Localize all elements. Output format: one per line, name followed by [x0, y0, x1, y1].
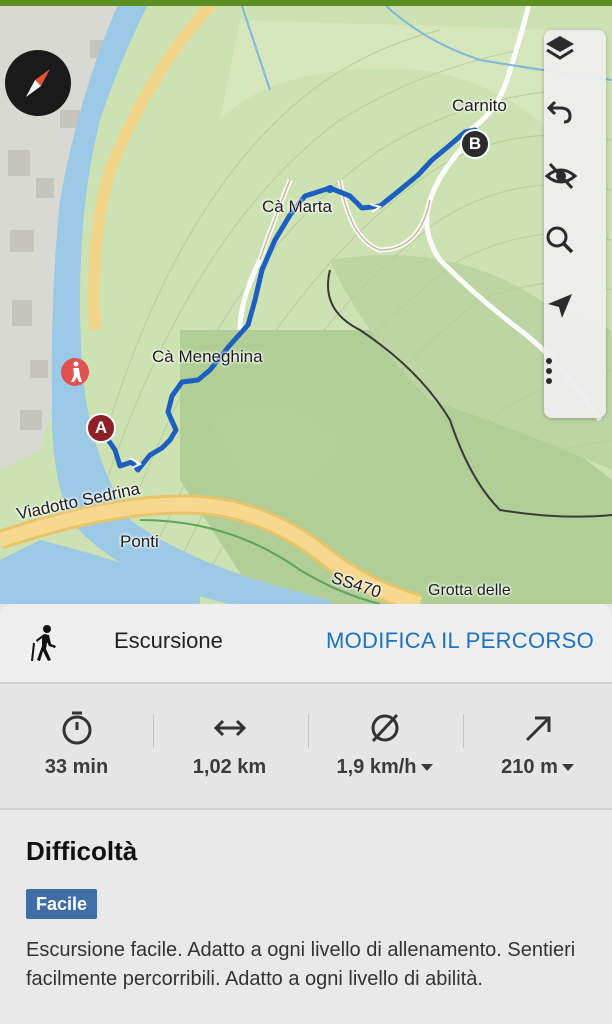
ascent-arrow-icon: [463, 710, 612, 746]
layers-icon[interactable]: [544, 32, 606, 92]
top-accent-bar: [0, 0, 612, 6]
place-label-carnito: Carnito: [452, 96, 507, 115]
more-vertical-icon[interactable]: [544, 356, 606, 416]
eye-off-icon[interactable]: [544, 160, 606, 220]
route-stats: 33 min 1,02 km 1,9 km/h 210 m: [0, 684, 612, 810]
activity-row[interactable]: Escursione MODIFICA IL PERCORSO: [0, 604, 612, 684]
speed-dropdown-icon[interactable]: [420, 764, 433, 772]
place-label-ca-meneghina: Cà Meneghina: [152, 347, 263, 366]
place-label-grotta: Grotta delle: [428, 582, 511, 599]
search-icon[interactable]: [544, 224, 606, 284]
undo-icon[interactable]: [544, 96, 606, 156]
difficulty-title: Difficoltà: [26, 836, 138, 866]
start-marker-label: A: [94, 418, 108, 437]
map-view[interactable]: Carnito Cà Marta Cà Meneghina Viadotto S…: [0, 0, 612, 604]
route-details-panel: Escursione MODIFICA IL PERCORSO 33 min 1…: [0, 604, 612, 1024]
distance-value: 1,02 km: [192, 756, 267, 778]
activity-label: Escursione: [114, 628, 223, 653]
horizontal-arrows-icon: [153, 710, 306, 746]
speed-value: 1,9 km/h: [336, 756, 417, 778]
average-speed-icon: [308, 710, 461, 746]
place-label-ponti: Ponti: [120, 532, 159, 551]
map-toolbar: [544, 30, 606, 418]
stat-ascent[interactable]: 210 m: [463, 684, 612, 808]
difficulty-description: Escursione facile. Adatto a ogni livello…: [26, 939, 576, 990]
stat-distance: 1,02 km: [153, 684, 306, 808]
ascent-value: 210 m: [501, 756, 558, 778]
hiking-icon: [30, 624, 60, 667]
compass-icon[interactable]: [5, 50, 71, 116]
stat-duration: 33 min: [0, 684, 153, 808]
end-marker-label: B: [468, 134, 482, 153]
map-canvas[interactable]: [0, 0, 612, 604]
navigation-arrow-icon[interactable]: [544, 290, 606, 350]
ascent-dropdown-icon[interactable]: [561, 764, 574, 772]
stat-speed[interactable]: 1,9 km/h: [308, 684, 461, 808]
edit-route-button[interactable]: MODIFICA IL PERCORSO: [326, 628, 594, 654]
place-label-ca-marta: Cà Marta: [262, 197, 332, 216]
difficulty-badge: Facile: [26, 889, 98, 919]
stopwatch-icon: [0, 710, 153, 746]
duration-value: 33 min: [44, 756, 109, 778]
